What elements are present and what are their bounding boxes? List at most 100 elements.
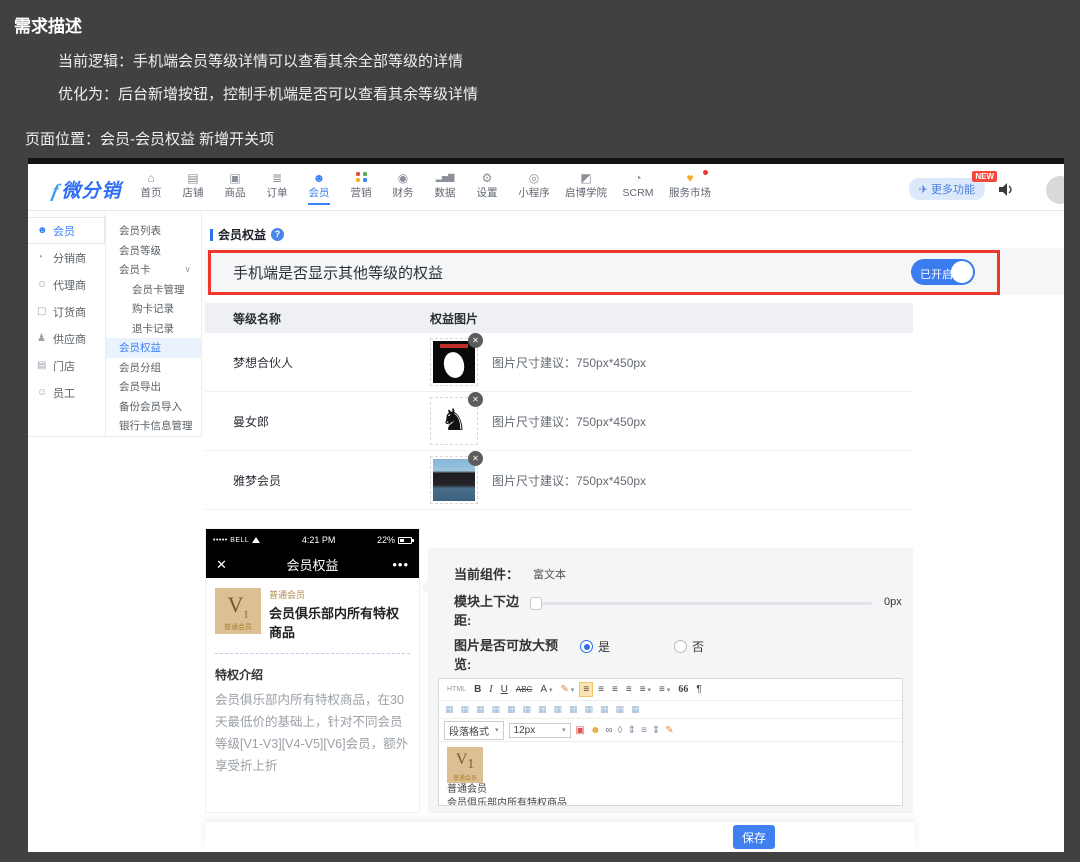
component-inspector: 当前组件： 富文本 模块上下边距: 0px 图片是否可放大预览: 是 否 HTM… <box>428 548 913 813</box>
paragraph-icon[interactable]: ¶ <box>693 683 704 696</box>
nav-item-finance[interactable]: ◉财务 <box>382 168 424 200</box>
benefit-image-photo <box>433 459 475 501</box>
editor-content[interactable]: V1 普通会员 普通会员 会员俱乐部内所有特权商品 特权介绍 <box>439 742 902 805</box>
sidebar-item-suppliers[interactable]: ♟供应商 <box>28 325 105 352</box>
display-other-levels-toggle[interactable]: 已开启 <box>911 259 975 285</box>
nav-item-data[interactable]: ▂▅▇数据 <box>424 168 466 200</box>
nav-item-marketing[interactable]: 营销 <box>340 168 382 200</box>
radio-yes[interactable]: 是 <box>580 638 610 655</box>
current-component-label: 当前组件： <box>454 564 519 583</box>
align-right-icon[interactable]: ≡ <box>609 683 621 696</box>
nav-item-members[interactable]: ☻会员 <box>298 168 340 200</box>
bold-icon[interactable]: B <box>471 683 484 696</box>
submenu-member-benefits[interactable]: 会员权益 <box>106 338 201 358</box>
member-level-card[interactable]: V1 普通会员 普通会员 会员俱乐部内所有特权商品 <box>215 588 410 654</box>
align-center-icon[interactable]: ≡ <box>595 683 607 696</box>
benefit-intro-heading: 特权介绍 <box>215 666 410 683</box>
logo-icon: f <box>50 181 62 203</box>
nav-item-miniprogram[interactable]: ◎小程序 <box>508 168 560 200</box>
save-button[interactable]: 保存 <box>733 825 775 849</box>
image-size-hint: 图片尺寸建议：750px*450px <box>492 354 646 371</box>
sidebar-item-distributors[interactable]: ◔分销商 <box>28 244 105 271</box>
page-title: 会员权益 ? <box>210 226 284 243</box>
marketing-icon <box>340 171 382 186</box>
strikethrough-icon[interactable]: ABC <box>513 684 535 695</box>
remove-image-icon[interactable]: ✕ <box>468 392 483 407</box>
submenu-member-backup-import[interactable]: 备份会员导入 <box>106 397 201 417</box>
nav-item-goods[interactable]: ▣商品 <box>214 168 256 200</box>
nav-item-home[interactable]: ⌂首页 <box>130 168 172 200</box>
editor-toolbar-table-icons[interactable]: ▦▦▦▦▦▦▦▦▦▦▦▦▦ <box>439 701 902 719</box>
close-icon[interactable]: ✕ <box>216 557 256 573</box>
toggle-knob <box>951 261 973 283</box>
benefit-image-upload[interactable]: ✕ <box>430 456 478 504</box>
submenu-member-list[interactable]: 会员列表 <box>106 221 201 241</box>
module-margin-label: 模块上下边距: <box>454 592 528 630</box>
image-size-hint: 图片尺寸建议：750px*450px <box>492 472 646 489</box>
underline-icon[interactable]: U <box>498 683 511 696</box>
emoji-icon[interactable]: ☻ <box>590 725 601 736</box>
submenu-member-card[interactable]: 会员卡∨ <box>106 260 201 280</box>
highlight-pen-icon[interactable]: ✎ <box>557 683 577 696</box>
agent-icon: ☺ <box>37 279 48 290</box>
level-name: 雅梦会员 <box>205 472 430 489</box>
help-icon[interactable]: ? <box>271 228 284 241</box>
col-header-benefit-image: 权益图片 <box>430 310 478 327</box>
radio-no[interactable]: 否 <box>674 638 704 655</box>
editor-toolbar-row1: HTML B I U ABC A ✎ ≡ ≡ ≡ ≡ ≡ ≡ 66 ¶ <box>439 679 902 701</box>
more-features-button[interactable]: ✈ 更多功能NEW <box>909 178 985 200</box>
table-row: 曼女郎 ♞ ✕ 图片尺寸建议：750px*450px <box>205 392 913 451</box>
italic-icon[interactable]: I <box>486 683 495 696</box>
remove-image-icon[interactable]: ✕ <box>468 451 483 466</box>
align-left-icon[interactable]: ≡ <box>579 682 593 697</box>
nav-item-shop[interactable]: ▤店铺 <box>172 168 214 200</box>
submenu-member-card-manage[interactable]: 会员卡管理 <box>106 280 201 300</box>
nav-item-scrm[interactable]: ◔SCRM <box>612 168 664 200</box>
nav-item-orders[interactable]: ≣订单 <box>256 168 298 200</box>
submenu-card-refund-records[interactable]: 退卡记录 <box>106 319 201 339</box>
blockquote-icon[interactable]: 66 <box>675 683 691 696</box>
submenu-bank-card-manage[interactable]: 银行卡信息管理 <box>106 416 201 436</box>
home-icon: ⌂ <box>130 171 172 186</box>
sidebar-item-staff[interactable]: ☺员工 <box>28 379 105 406</box>
module-margin-slider[interactable] <box>532 602 872 605</box>
requirement-page-location: 页面位置：会员-会员权益 新增开关项 <box>25 128 274 149</box>
submenu-member-export[interactable]: 会员导出 <box>106 377 201 397</box>
indent-icon[interactable]: ≡ <box>641 725 647 736</box>
insert-image-icon[interactable]: ▣ <box>576 725 585 736</box>
paragraph-format-select[interactable]: 段落格式▾ <box>444 721 504 740</box>
sidebar-item-members[interactable]: ☻会员 <box>28 217 105 244</box>
sidebar-item-agents[interactable]: ☺代理商 <box>28 271 105 298</box>
user-avatar[interactable] <box>1046 176 1064 204</box>
submenu-member-groups[interactable]: 会员分组 <box>106 358 201 378</box>
nav-item-service-market[interactable]: ♥服务市场 <box>664 168 716 200</box>
font-size-select[interactable]: 12px▾ <box>509 723 571 738</box>
sidebar-item-order-merchants[interactable]: ▢订货商 <box>28 298 105 325</box>
benefit-image-upload[interactable]: ✕ <box>430 338 478 386</box>
submenu-card-purchase-records[interactable]: 购卡记录 <box>106 299 201 319</box>
bullet-list-icon[interactable]: ≡ <box>637 683 654 696</box>
app-logo[interactable]: f微分销 <box>52 176 121 203</box>
font-color-icon[interactable]: A <box>537 683 555 696</box>
format-brush-icon[interactable]: ✎ <box>665 725 673 736</box>
speaker-icon[interactable] <box>999 183 1014 196</box>
html-source-icon[interactable]: HTML <box>444 685 469 694</box>
numbered-list-icon[interactable]: ≡ <box>656 683 673 696</box>
line-height-icon[interactable]: ⇕ <box>628 725 636 736</box>
remove-image-icon[interactable]: ✕ <box>468 333 483 348</box>
more-menu-icon[interactable]: ••• <box>369 557 409 572</box>
nav-item-settings[interactable]: ⚙设置 <box>466 168 508 200</box>
nav-item-academy[interactable]: ◩启博学院 <box>560 168 612 200</box>
red-dot-badge <box>703 170 708 175</box>
submenu-member-level[interactable]: 会员等级 <box>106 241 201 261</box>
benefit-image-upload[interactable]: ♞ ✕ <box>430 397 478 445</box>
secondary-sidebar: 会员列表 会员等级 会员卡∨ 会员卡管理 购卡记录 退卡记录 会员权益 会员分组… <box>106 211 202 437</box>
align-justify-icon[interactable]: ≡ <box>623 683 635 696</box>
spacing-icon[interactable]: ⇕ <box>652 725 660 736</box>
eraser-icon[interactable]: ◊ <box>618 725 623 736</box>
phone-page-title: 会员权益 <box>256 555 369 574</box>
link-icon[interactable]: ∞ <box>606 725 613 736</box>
sidebar-item-stores[interactable]: ▤门店 <box>28 352 105 379</box>
benefit-image-cat <box>433 341 475 383</box>
slider-handle[interactable] <box>530 597 542 610</box>
